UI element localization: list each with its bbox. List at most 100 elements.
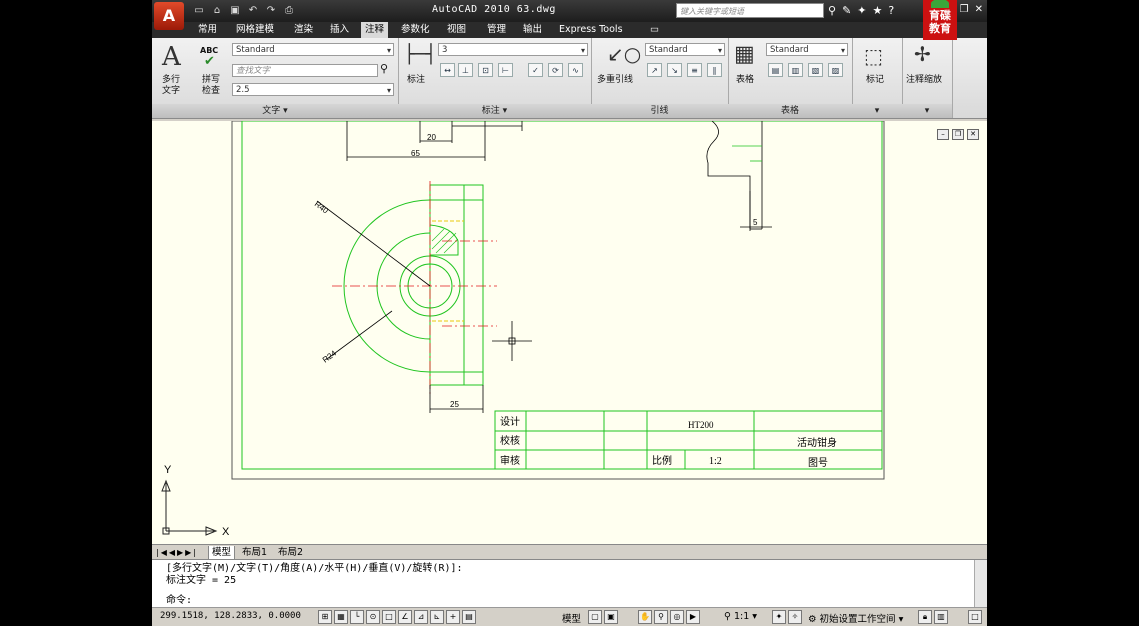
qp-icon[interactable]: ▤ [462, 610, 476, 624]
command-prompt[interactable]: 命令: [166, 595, 192, 607]
markup-panel-arrow[interactable]: ▾ [852, 104, 902, 118]
dim-linear-icon[interactable]: ↔ [440, 63, 455, 77]
layout-icon[interactable]: ▢ [588, 610, 602, 624]
table-style-select[interactable]: Standard [766, 43, 848, 57]
text-panel-title[interactable]: 文字 ▾ [152, 104, 398, 118]
otrack-icon[interactable]: ∠ [398, 610, 412, 624]
workspace-select[interactable]: ⚙ 初始设置工作空间 ▾ [808, 611, 903, 625]
open-icon[interactable]: ⌂ [210, 4, 224, 17]
favorites-icon[interactable]: ★ [873, 4, 883, 17]
dim-inspect-icon[interactable]: ✓ [528, 63, 543, 77]
redo-icon[interactable]: ↷ [264, 4, 278, 17]
tab-annotate[interactable]: 注释 [361, 22, 389, 38]
snap-icon[interactable]: ⊞ [318, 610, 332, 624]
tab-layout2[interactable]: 布局2 [278, 546, 303, 559]
app-menu-button[interactable]: A [154, 2, 184, 30]
spell-check-label-2[interactable]: 检查 [202, 83, 220, 96]
mtext-icon[interactable]: A [162, 42, 181, 72]
markup-label[interactable]: 标记 [866, 72, 884, 85]
table-link-icon[interactable]: ▥ [788, 63, 803, 77]
ribbon-minimize-icon[interactable]: ▭ [650, 22, 659, 38]
text-style-select[interactable]: Standard [232, 43, 394, 57]
close-drawing-icon[interactable]: ✕ [967, 129, 979, 140]
print-icon[interactable]: ⎙ [282, 4, 296, 17]
table-label[interactable]: 表格 [736, 72, 754, 85]
collect-leader-icon[interactable]: ∥ [707, 63, 722, 77]
tab-layout1[interactable]: 布局1 [242, 546, 267, 559]
binoculars-icon[interactable]: ⚲ [828, 4, 836, 17]
tab-mesh[interactable]: 网格建模 [236, 22, 274, 38]
lock-icon[interactable]: 🔒︎ [918, 610, 932, 624]
pan-icon[interactable]: ✋ [638, 610, 652, 624]
command-scrollbar[interactable] [974, 560, 987, 608]
tab-express-tools[interactable]: Express Tools [559, 22, 623, 38]
ortho-icon[interactable]: └ [350, 610, 364, 624]
annotation-scale-label[interactable]: 注释缩放 [906, 72, 942, 85]
osnap-icon[interactable]: □ [382, 610, 396, 624]
layout-nav-arrows-icon[interactable]: |◀◀▶▶| [156, 546, 198, 559]
tab-view[interactable]: 视图 [447, 22, 466, 38]
new-icon[interactable]: ▭ [192, 4, 206, 17]
leader-style-select[interactable]: Standard [645, 43, 725, 57]
close-icon[interactable]: ✕ [975, 4, 983, 15]
restore-icon[interactable]: ❐ [960, 4, 969, 15]
table-merge-icon[interactable]: ▤ [768, 63, 783, 77]
zoom-icon[interactable]: ⚲ [654, 610, 668, 624]
grid-icon[interactable]: ▦ [334, 610, 348, 624]
table-export-icon[interactable]: ▨ [828, 63, 843, 77]
model-space-toggle[interactable]: 模型 [562, 611, 581, 625]
search-input[interactable]: 键入关键字或短语 [676, 3, 824, 18]
clean-screen-icon[interactable]: □ [968, 610, 982, 624]
annotation-scale-panel-arrow[interactable]: ▾ [902, 104, 952, 118]
remove-leader-icon[interactable]: ↘ [667, 63, 682, 77]
quickview-icon[interactable]: ▣ [604, 610, 618, 624]
leader-panel-title[interactable]: 引线 [591, 104, 728, 118]
subscription-icon[interactable]: ✦ [857, 4, 866, 17]
dim-continue-icon[interactable]: ⊢ [498, 63, 513, 77]
dyn-icon[interactable]: ⊾ [430, 610, 444, 624]
tab-model[interactable]: 模型 [208, 546, 236, 560]
dim-style-select[interactable]: 3 [438, 43, 588, 57]
dimension-icon[interactable]: ├─┤ [404, 44, 437, 65]
showmotion-icon[interactable]: ▶ [686, 610, 700, 624]
find-text-input[interactable]: 查找文字 [232, 64, 378, 77]
align-leader-icon[interactable]: ≡ [687, 63, 702, 77]
ducs-icon[interactable]: ⊿ [414, 610, 428, 624]
text-height-select[interactable]: 2.5 [232, 83, 394, 97]
help-icon[interactable]: ? [888, 4, 894, 17]
add-leader-icon[interactable]: ↗ [647, 63, 662, 77]
steeringwheel-icon[interactable]: ◎ [670, 610, 684, 624]
dim-jog-icon[interactable]: ∿ [568, 63, 583, 77]
save-icon[interactable]: ▣ [228, 4, 242, 17]
auto-scale-icon[interactable]: ✧ [788, 610, 802, 624]
tab-home[interactable]: 常用 [198, 22, 217, 38]
dimension-label[interactable]: 标注 [407, 72, 425, 85]
mtext-label-2[interactable]: 文字 [162, 83, 180, 96]
table-icon[interactable]: ▦ [734, 42, 755, 67]
dim-adjust-icon[interactable]: ⊡ [478, 63, 493, 77]
tab-manage[interactable]: 管理 [487, 22, 506, 38]
tab-output[interactable]: 输出 [523, 22, 542, 38]
table-extract-icon[interactable]: ▧ [808, 63, 823, 77]
drawing-canvas[interactable]: 20 65 R40 R24 25 5 设计 校核 审核 HT200 活动钳身 比… [152, 121, 987, 544]
undo-icon[interactable]: ↶ [246, 4, 260, 17]
hardware-icon[interactable]: ▥ [934, 610, 948, 624]
annotation-visibility-icon[interactable]: ✦ [772, 610, 786, 624]
restore-drawing-icon[interactable]: ❐ [952, 129, 964, 140]
tab-render[interactable]: 渲染 [294, 22, 313, 38]
polar-icon[interactable]: ⊙ [366, 610, 380, 624]
dim-break-icon[interactable]: ⊥ [458, 63, 473, 77]
multileader-icon[interactable]: ↙○ [607, 42, 641, 66]
table-panel-title[interactable]: 表格 [728, 104, 852, 118]
markup-icon[interactable]: ⬚ [864, 44, 883, 68]
wrench-icon[interactable]: ✎ [842, 4, 851, 17]
annotation-scale-icon[interactable]: ✢ [914, 42, 931, 66]
tab-parametric[interactable]: 参数化 [401, 22, 430, 38]
dim-update-icon[interactable]: ⟳ [548, 63, 563, 77]
tab-insert[interactable]: 插入 [330, 22, 349, 38]
lwt-icon[interactable]: + [446, 610, 460, 624]
find-icon[interactable]: ⚲ [380, 62, 388, 75]
dimension-panel-title[interactable]: 标注 ▾ [398, 104, 591, 118]
multileader-label[interactable]: 多重引线 [597, 72, 633, 85]
annotation-scale-select[interactable]: ⚲ 1:1 ▾ [724, 611, 757, 622]
